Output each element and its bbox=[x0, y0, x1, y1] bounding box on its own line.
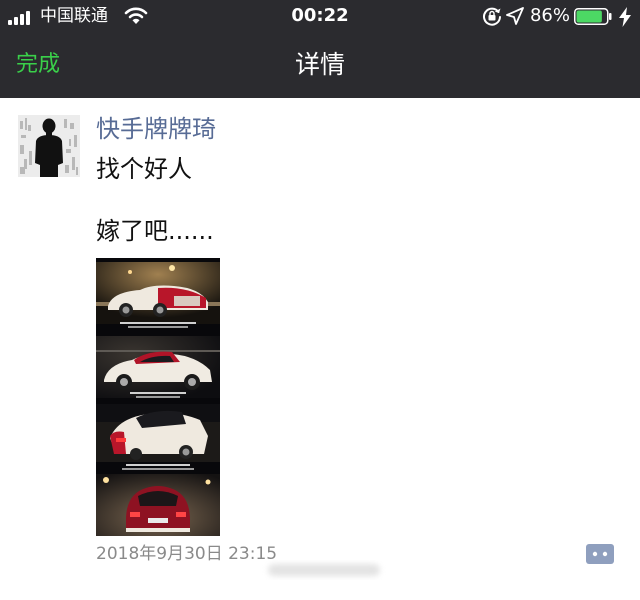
post-photo[interactable] bbox=[96, 258, 220, 536]
post-text-line-2: 嫁了吧...... bbox=[96, 217, 214, 245]
navigation-bar: 完成 详情 bbox=[0, 34, 640, 98]
comment-icon[interactable] bbox=[586, 544, 614, 564]
page-title: 详情 bbox=[294, 50, 345, 79]
avatar[interactable] bbox=[18, 115, 80, 177]
post-timestamp: 2018年9月30日 23:15 bbox=[96, 544, 278, 564]
watermark-smudge bbox=[268, 564, 380, 576]
battery-percent: 86% bbox=[529, 5, 570, 26]
header: 中国联通 00:22 86% 完成 详情 bbox=[0, 0, 640, 98]
author-name[interactable]: 快手牌牌琦 bbox=[96, 112, 216, 146]
battery-icon bbox=[574, 8, 612, 25]
avatar-silhouette-icon bbox=[18, 115, 80, 177]
post-text-line-1: 找个好人 bbox=[96, 155, 192, 183]
car-photo-collage-image bbox=[96, 258, 220, 536]
status-bar: 中国联通 00:22 86% bbox=[0, 0, 640, 34]
moment-detail-screen: 中国联通 00:22 86% 完成 详情 快手牌牌琦 找个好人 嫁了吧.....… bbox=[0, 0, 640, 600]
status-right-group: 86% bbox=[432, 5, 632, 27]
charging-bolt-icon bbox=[619, 7, 631, 27]
rotation-lock-icon bbox=[483, 7, 501, 26]
location-arrow-icon bbox=[506, 7, 524, 25]
